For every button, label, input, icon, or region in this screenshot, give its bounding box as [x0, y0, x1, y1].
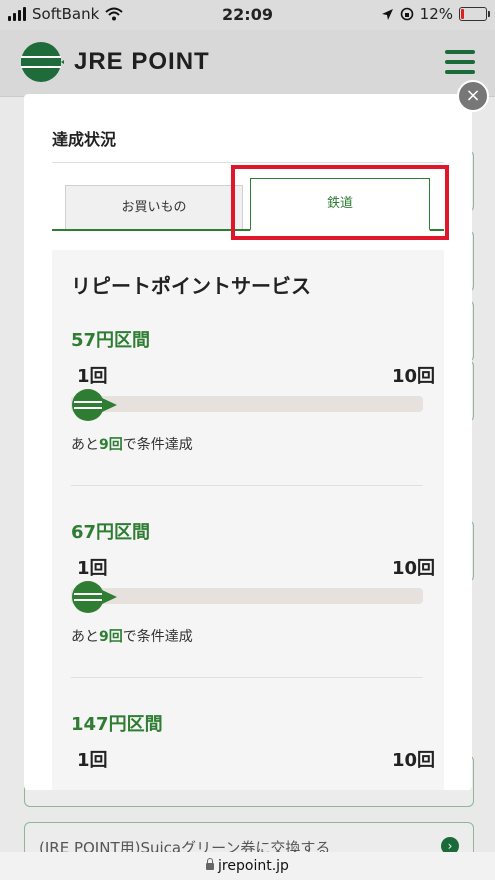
battery-icon — [459, 7, 490, 21]
jre-logo-icon — [21, 42, 64, 82]
close-button[interactable]: × — [457, 80, 489, 112]
modal-title: 達成状況 — [52, 130, 117, 149]
section-name: 57円区間 — [71, 330, 151, 351]
section-divider — [71, 485, 423, 486]
fare-section: 147円区間 1回 10回 — [71, 710, 435, 790]
status-bar: SoftBank 22:09 12% — [0, 0, 495, 30]
tab-shopping[interactable]: お買いもの — [65, 185, 243, 229]
remaining-text: あと9回で条件達成 — [71, 434, 193, 454]
remaining-suffix: で条件達成 — [122, 629, 193, 645]
rotation-lock-icon — [400, 7, 413, 21]
logo[interactable]: JRE POINT — [18, 39, 210, 85]
section-divider — [71, 677, 423, 678]
section-name: 67円区間 — [71, 522, 151, 543]
fare-section: 57円区間 1回 10回 あと9回で条件達成 — [71, 326, 435, 516]
status-right: 12% — [381, 5, 490, 23]
progress-max-label: 10回 — [391, 750, 435, 771]
remaining-text: あと9回で条件達成 — [71, 626, 193, 646]
url-bar[interactable]: jrepoint.jp — [0, 852, 495, 880]
fare-section: 67円区間 1回 10回 あと9回で条件達成 — [71, 518, 435, 708]
progress-max-label: 10回 — [391, 366, 435, 387]
achievement-panel: リピートポイントサービス 57円区間 1回 10回 あと9回で条件達成 67円区… — [52, 250, 444, 790]
remaining-prefix: あと — [71, 437, 99, 453]
location-arrow-icon — [381, 8, 393, 20]
section-name: 147円区間 — [71, 714, 163, 735]
remaining-suffix: で条件達成 — [122, 437, 193, 453]
lock-icon — [206, 858, 215, 870]
highlight-annotation — [231, 165, 449, 240]
progress-min-label: 1回 — [77, 558, 108, 579]
panel-title: リピートポイントサービス — [71, 274, 311, 298]
progress-track — [71, 396, 423, 412]
progress-marker-icon — [72, 389, 117, 421]
remaining-count: 9回 — [99, 629, 123, 645]
progress-marker-icon — [72, 581, 117, 613]
site-header: JRE POINT — [0, 30, 495, 97]
remaining-count: 9回 — [99, 437, 123, 453]
progress-track — [71, 588, 423, 604]
progress-min-label: 1回 — [77, 366, 108, 387]
remaining-prefix: あと — [71, 629, 99, 645]
url-text: jrepoint.jp — [218, 858, 289, 874]
title-divider — [52, 162, 444, 163]
progress-max-label: 10回 — [391, 558, 435, 579]
logo-text: JRE POINT — [74, 48, 210, 75]
battery-percent: 12% — [419, 5, 453, 23]
menu-icon[interactable] — [445, 50, 475, 80]
progress-min-label: 1回 — [77, 750, 108, 771]
achievement-modal: 達成状況 お買いもの 鉄道 リピートポイントサービス 57円区間 1回 10回 … — [24, 94, 472, 790]
